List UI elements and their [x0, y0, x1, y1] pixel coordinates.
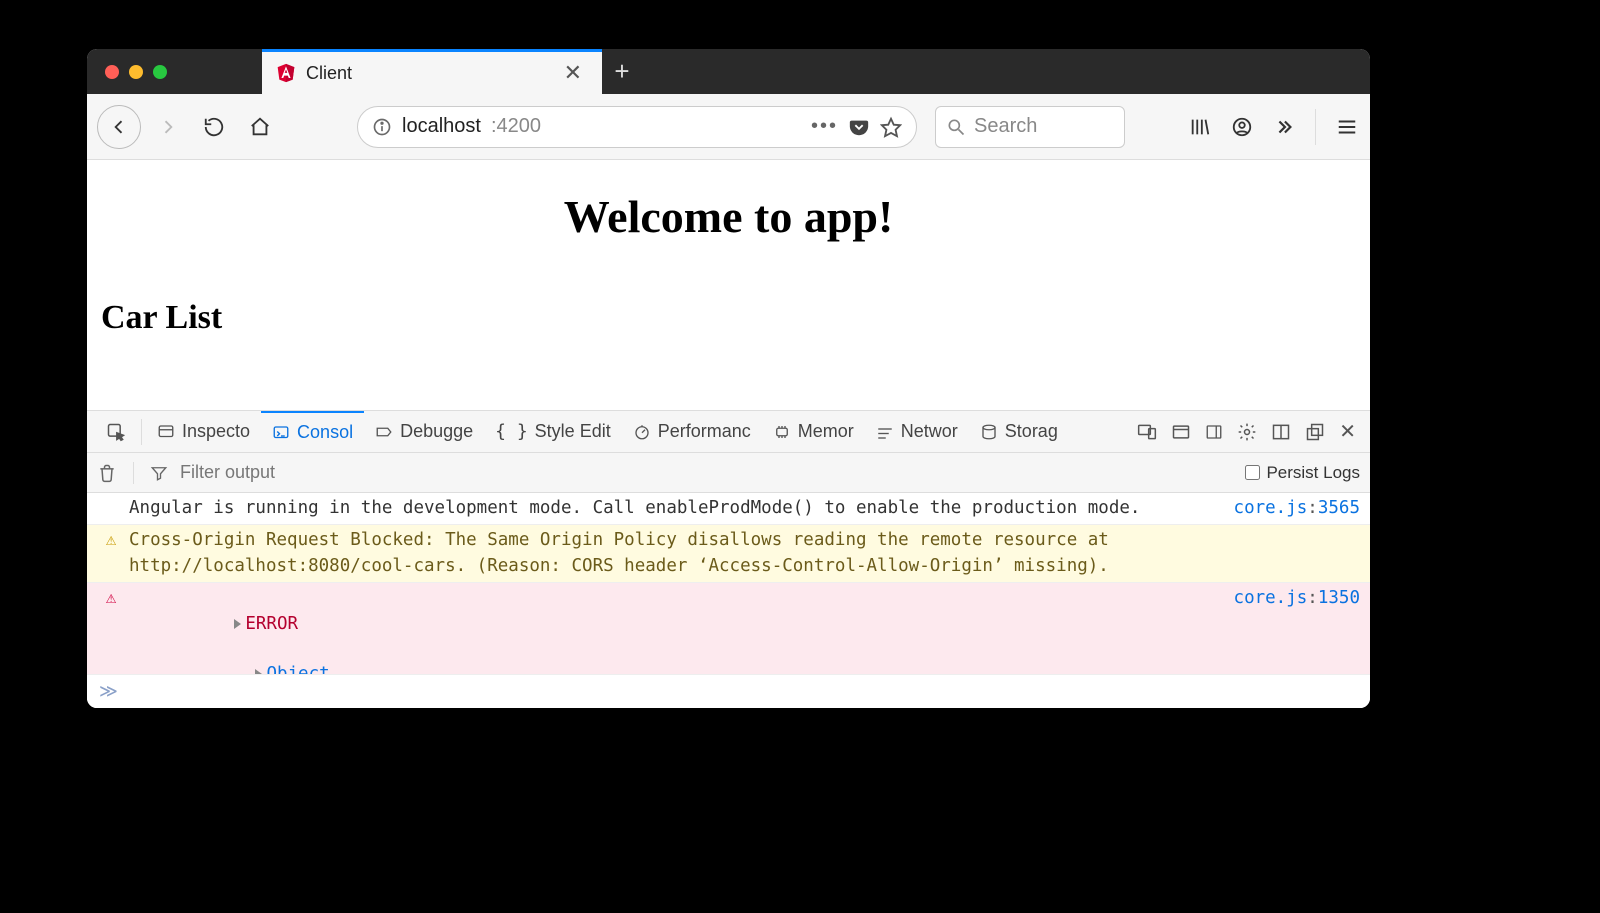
- iframe-select-icon[interactable]: [1171, 422, 1191, 442]
- toolbar-divider: [1315, 109, 1316, 145]
- tab-memory[interactable]: Memor: [762, 411, 865, 452]
- console-log-row: Angular is running in the development mo…: [87, 493, 1370, 525]
- tab-title: Client: [306, 63, 352, 84]
- console-message: Cross-Origin Request Blocked: The Same O…: [125, 528, 1350, 579]
- hamburger-menu-icon[interactable]: [1336, 116, 1358, 138]
- search-icon: [946, 117, 966, 137]
- expand-icon[interactable]: [234, 619, 241, 629]
- filter-icon[interactable]: [150, 464, 168, 482]
- close-window-button[interactable]: [105, 65, 119, 79]
- element-picker-button[interactable]: [95, 411, 137, 452]
- tab-style-editor[interactable]: { } Style Edit: [484, 411, 622, 452]
- close-devtools-icon[interactable]: ✕: [1339, 419, 1356, 444]
- toolbar: localhost :4200 ••• Search: [87, 94, 1370, 160]
- window-controls: [87, 65, 167, 79]
- console-source-link[interactable]: core.js:1350: [1224, 586, 1360, 674]
- console-message: Angular is running in the development mo…: [125, 496, 1224, 521]
- new-tab-button[interactable]: +: [602, 49, 642, 94]
- site-info-icon[interactable]: [372, 117, 392, 137]
- tab-network[interactable]: Networ: [865, 411, 969, 452]
- titlebar: Client ✕ +: [87, 49, 1370, 94]
- persist-logs-toggle[interactable]: Persist Logs: [1245, 463, 1360, 483]
- forward-button[interactable]: [149, 108, 187, 146]
- page-content: Welcome to app! Car List: [87, 160, 1370, 410]
- pocket-icon[interactable]: [848, 116, 870, 138]
- devtools-tabs: Inspecto Consol Debugge { } Style Edit P…: [87, 411, 1370, 453]
- page-subheading: Car List: [101, 299, 1356, 337]
- url-host: localhost: [402, 115, 481, 138]
- console-error-row: ⚠ ERROR Object { headers: {…}, status: 0…: [87, 583, 1370, 674]
- split-console-icon[interactable]: [1271, 422, 1291, 442]
- tab-console[interactable]: Consol: [261, 411, 364, 452]
- angular-icon: [276, 62, 296, 84]
- console-prompt[interactable]: ≫: [87, 674, 1370, 708]
- console-message: ERROR Object { headers: {…}, status: 0, …: [125, 586, 1224, 674]
- tab-storage[interactable]: Storag: [969, 411, 1069, 452]
- minimize-window-button[interactable]: [129, 65, 143, 79]
- account-icon[interactable]: [1231, 116, 1253, 138]
- toolbar-right: [1189, 109, 1360, 145]
- persist-logs-checkbox[interactable]: [1245, 465, 1260, 480]
- console-warning-row: ⚠ Cross-Origin Request Blocked: The Same…: [87, 525, 1370, 583]
- responsive-mode-icon[interactable]: [1137, 422, 1157, 442]
- back-button[interactable]: [97, 105, 141, 149]
- search-placeholder: Search: [974, 115, 1037, 138]
- browser-tab[interactable]: Client ✕: [262, 49, 602, 94]
- page-actions-icon[interactable]: •••: [811, 115, 838, 138]
- clear-console-icon[interactable]: [97, 463, 117, 483]
- console-output: Angular is running in the development mo…: [87, 493, 1370, 674]
- devtools-right-controls: ✕: [1137, 419, 1362, 444]
- tab-inspector[interactable]: Inspecto: [146, 411, 261, 452]
- error-icon: ⚠: [106, 588, 117, 608]
- library-icon[interactable]: [1189, 116, 1211, 138]
- bookmark-star-icon[interactable]: [880, 116, 902, 138]
- browser-window: Client ✕ + localhost :4200 •••: [87, 49, 1370, 708]
- console-source-link[interactable]: core.js:3565: [1224, 496, 1360, 521]
- overflow-icon[interactable]: [1273, 116, 1295, 138]
- close-tab-button[interactable]: ✕: [558, 60, 588, 86]
- devtools-panel: Inspecto Consol Debugge { } Style Edit P…: [87, 410, 1370, 708]
- warning-icon: ⚠: [106, 530, 117, 550]
- popout-icon[interactable]: [1305, 422, 1325, 442]
- zoom-window-button[interactable]: [153, 65, 167, 79]
- search-box[interactable]: Search: [935, 106, 1125, 148]
- tab-performance[interactable]: Performanc: [622, 411, 762, 452]
- settings-gear-icon[interactable]: [1237, 422, 1257, 442]
- console-filterbar: Filter output Persist Logs: [87, 453, 1370, 493]
- dock-side-icon[interactable]: [1205, 423, 1223, 441]
- url-bar[interactable]: localhost :4200 •••: [357, 106, 917, 148]
- reload-button[interactable]: [195, 108, 233, 146]
- home-button[interactable]: [241, 108, 279, 146]
- page-heading: Welcome to app!: [101, 190, 1356, 243]
- url-port: :4200: [491, 115, 541, 138]
- tab-debugger[interactable]: Debugge: [364, 411, 484, 452]
- filter-input[interactable]: Filter output: [180, 462, 275, 483]
